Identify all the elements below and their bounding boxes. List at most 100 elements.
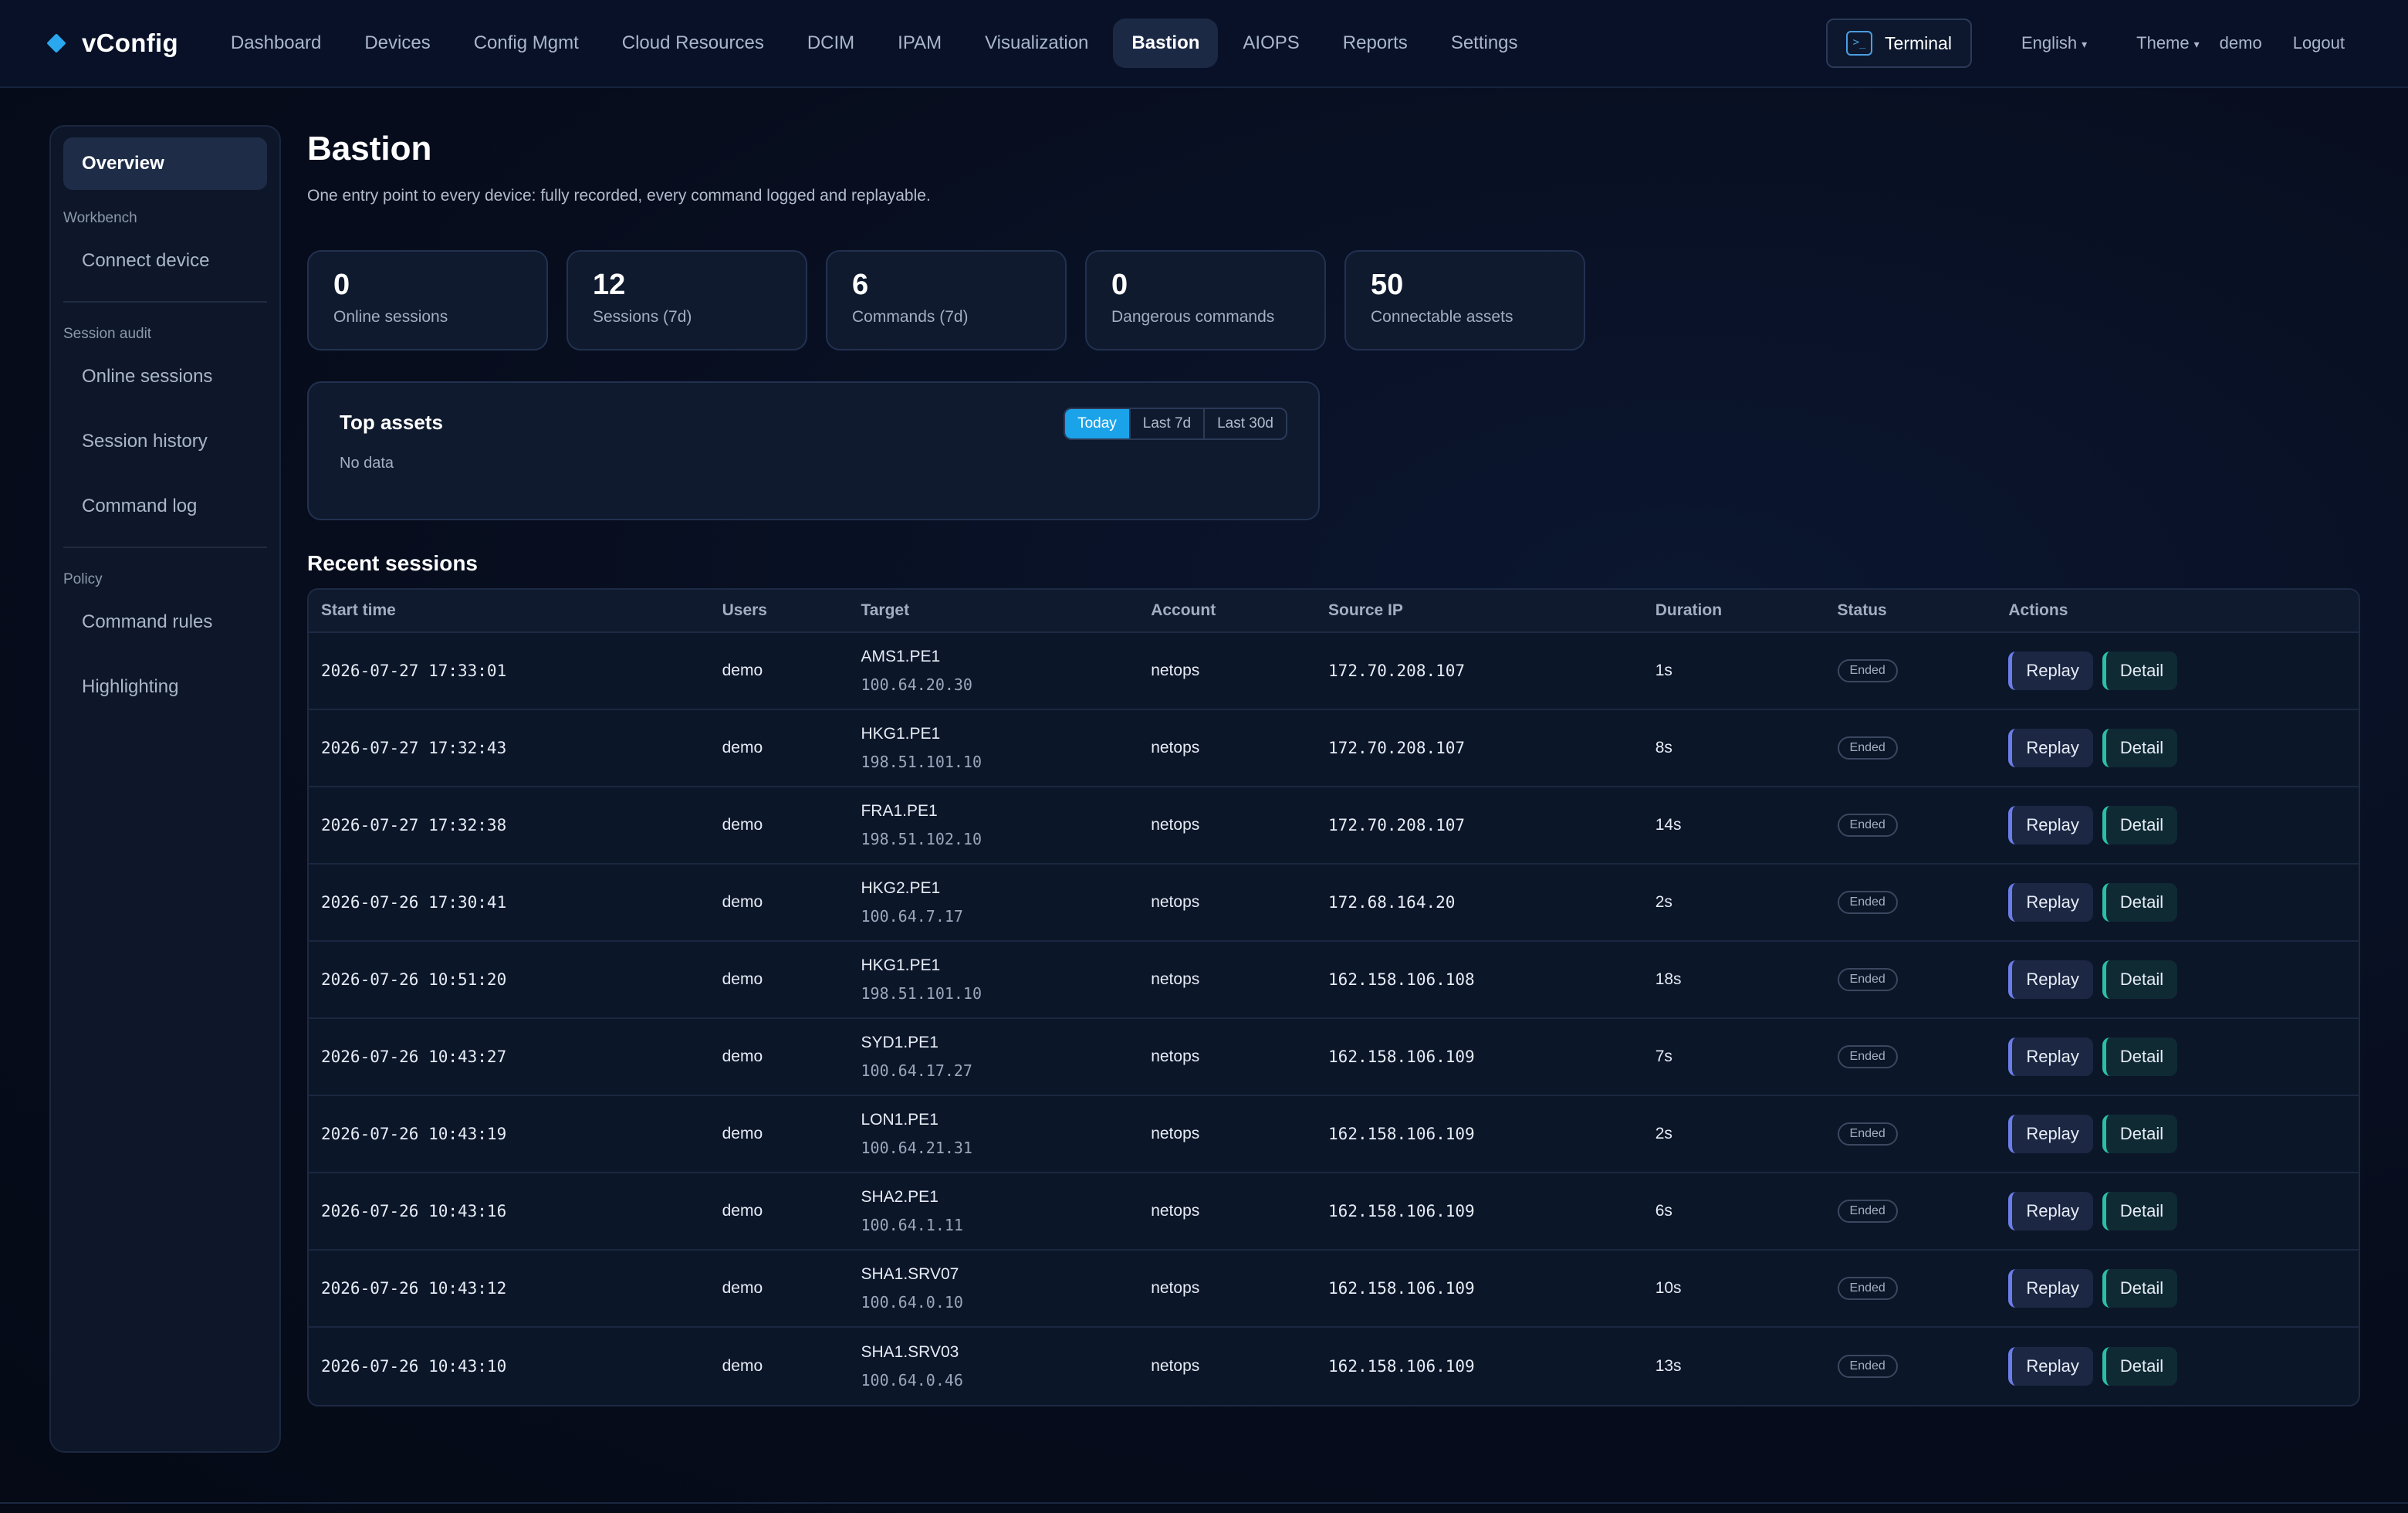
column-header-users[interactable]: Users (710, 601, 849, 620)
replay-button[interactable]: Replay (2008, 883, 2093, 922)
sidebar-item-session-history[interactable]: Session history (63, 415, 267, 468)
sidebar-item-connect-device[interactable]: Connect device (63, 235, 267, 287)
sidebar-item-command-rules[interactable]: Command rules (63, 596, 267, 648)
cell-user: demo (722, 970, 763, 988)
brand[interactable]: vConfig (46, 29, 178, 58)
logout-link[interactable]: Logout (2293, 33, 2345, 53)
detail-button[interactable]: Detail (2102, 1192, 2178, 1230)
sidebar-section-workbench: Workbench (63, 210, 137, 226)
cell-target: SHA2.PE1 100.64.1.11 (848, 1188, 1138, 1234)
cell-user: demo (722, 893, 763, 911)
cell-start-time: 2026-07-26 10:43:10 (321, 1357, 507, 1376)
range-today-tab[interactable]: Today (1065, 409, 1131, 438)
stat-card-connectable-assets: 50 Connectable assets (1344, 250, 1585, 350)
nav-aiops[interactable]: AIOPS (1224, 19, 1317, 68)
stat-value: 12 (593, 269, 626, 301)
nav-settings[interactable]: Settings (1432, 19, 1537, 68)
sidebar-item-overview[interactable]: Overview (63, 137, 267, 190)
column-header-status[interactable]: Status (1825, 601, 1997, 620)
detail-button[interactable]: Detail (2102, 729, 2178, 767)
cell-status: Ended (1825, 1045, 1997, 1068)
nav-cloud-resources[interactable]: Cloud Resources (604, 19, 783, 68)
replay-button[interactable]: Replay (2008, 1192, 2093, 1230)
diamond-icon (46, 33, 66, 53)
replay-button[interactable]: Replay (2008, 1347, 2093, 1386)
replay-button[interactable]: Replay (2008, 729, 2093, 767)
cell-duration: 7s (1655, 1048, 1672, 1065)
stat-label: Sessions (7d) (593, 308, 692, 326)
replay-button[interactable]: Replay (2008, 1037, 2093, 1076)
cell-account: netops (1151, 893, 1200, 911)
column-header-start-time[interactable]: Start time (309, 601, 710, 620)
replay-button[interactable]: Replay (2008, 652, 2093, 690)
detail-button[interactable]: Detail (2102, 1269, 2178, 1308)
stat-value: 0 (1111, 269, 1128, 301)
main-nav: Dashboard Devices Config Mgmt Cloud Reso… (212, 19, 1543, 68)
cell-source-ip: 162.158.106.108 (1328, 970, 1475, 989)
nav-dashboard[interactable]: Dashboard (212, 19, 340, 68)
stat-card-online-sessions: 0 Online sessions (307, 250, 548, 350)
user-name[interactable]: demo (2220, 33, 2262, 53)
detail-button[interactable]: Detail (2102, 960, 2178, 999)
cell-status: Ended (1825, 968, 1997, 991)
target-ip: 100.64.20.30 (861, 675, 972, 694)
top-right-controls: >_ Terminal English ▾ Theme ▾ demo Logout (1826, 19, 2345, 68)
replay-button[interactable]: Replay (2008, 1269, 2093, 1308)
cell-duration: 6s (1655, 1202, 1672, 1220)
column-header-target[interactable]: Target (848, 601, 1138, 620)
cell-actions: Replay Detail (1996, 1269, 2359, 1308)
replay-button[interactable]: Replay (2008, 1115, 2093, 1153)
sidebar-item-online-sessions[interactable]: Online sessions (63, 350, 267, 403)
brand-name: vConfig (82, 29, 178, 57)
cell-start-time: 2026-07-27 17:33:01 (321, 662, 507, 680)
cell-source-ip: 172.70.208.107 (1328, 816, 1466, 834)
nav-devices[interactable]: Devices (346, 19, 448, 68)
range-last-30d-tab[interactable]: Last 30d (1205, 409, 1286, 438)
column-header-source-ip[interactable]: Source IP (1316, 601, 1643, 620)
detail-button[interactable]: Detail (2102, 652, 2178, 690)
cell-source-ip: 162.158.106.109 (1328, 1202, 1475, 1220)
table-row: 2026-07-26 10:43:16 demo SHA2.PE1 100.64.1.… (309, 1173, 2359, 1251)
nav-dcim[interactable]: DCIM (789, 19, 873, 68)
theme-label: Theme (2136, 33, 2190, 52)
replay-button[interactable]: Replay (2008, 806, 2093, 845)
nav-visualization[interactable]: Visualization (966, 19, 1107, 68)
theme-dropdown[interactable]: Theme ▾ (2136, 33, 2200, 53)
terminal-button[interactable]: >_ Terminal (1826, 19, 1972, 68)
stats-row: 0 Online sessions 12 Sessions (7d) 6 Com… (307, 250, 2360, 350)
detail-button[interactable]: Detail (2102, 1037, 2178, 1076)
range-last-7d-tab[interactable]: Last 7d (1131, 409, 1206, 438)
cell-target: SHA1.SRV07 100.64.0.10 (848, 1265, 1138, 1312)
table-header: Start time Users Target Account Source I… (309, 590, 2359, 633)
cell-target: LON1.PE1 100.64.21.31 (848, 1111, 1138, 1157)
target-ip: 100.64.1.11 (861, 1216, 963, 1234)
cell-start-time: 2026-07-26 10:43:19 (321, 1125, 507, 1143)
target-name: SYD1.PE1 (861, 1034, 939, 1051)
cell-status: Ended (1825, 814, 1997, 837)
column-header-account[interactable]: Account (1138, 601, 1316, 620)
column-header-duration[interactable]: Duration (1643, 601, 1825, 620)
main-content: Bastion One entry point to every device:… (307, 130, 2360, 1406)
stat-card-dangerous-commands: 0 Dangerous commands (1085, 250, 1326, 350)
detail-button[interactable]: Detail (2102, 1347, 2178, 1386)
target-name: SHA1.SRV03 (861, 1343, 959, 1361)
range-selector: Today Last 7d Last 30d (1064, 408, 1287, 440)
language-dropdown[interactable]: English ▾ (2021, 33, 2087, 53)
nav-reports[interactable]: Reports (1324, 19, 1426, 68)
cell-source-ip: 162.158.106.109 (1328, 1125, 1475, 1143)
nav-ipam[interactable]: IPAM (879, 19, 960, 68)
replay-button[interactable]: Replay (2008, 960, 2093, 999)
target-ip: 198.51.101.10 (861, 984, 982, 1003)
cell-user: demo (722, 1279, 763, 1297)
cell-duration: 1s (1655, 662, 1672, 679)
table-row: 2026-07-27 17:32:43 demo HKG1.PE1 198.51.10… (309, 710, 2359, 787)
sidebar-item-command-log[interactable]: Command log (63, 480, 267, 533)
detail-button[interactable]: Detail (2102, 883, 2178, 922)
cell-start-time: 2026-07-26 10:43:12 (321, 1279, 507, 1298)
sidebar-item-highlighting[interactable]: Highlighting (63, 661, 267, 713)
nav-config-mgmt[interactable]: Config Mgmt (455, 19, 597, 68)
detail-button[interactable]: Detail (2102, 806, 2178, 845)
table-row: 2026-07-27 17:33:01 demo AMS1.PE1 100.64.20… (309, 633, 2359, 710)
detail-button[interactable]: Detail (2102, 1115, 2178, 1153)
nav-bastion[interactable]: Bastion (1113, 19, 1219, 68)
